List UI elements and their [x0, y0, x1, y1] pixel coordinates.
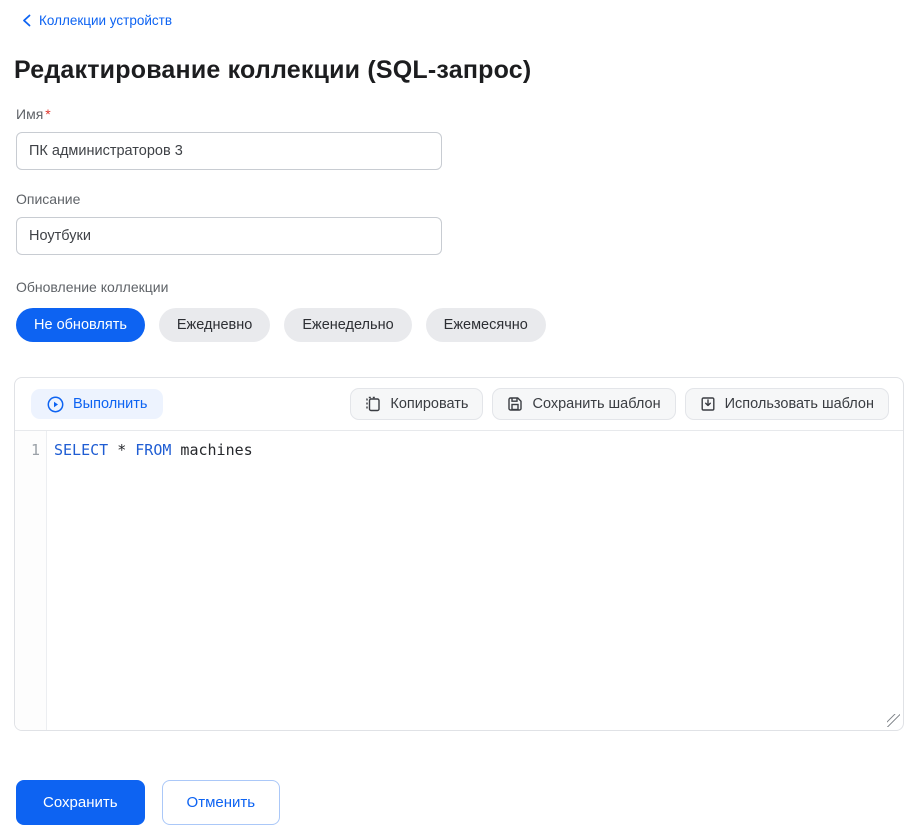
description-input[interactable] [16, 217, 442, 255]
refresh-section-label: Обновление коллекции [16, 279, 919, 295]
back-to-collections-link[interactable]: Коллекции устройств [22, 13, 172, 28]
toolbar-right-group: Копировать Сохранить шаблон [350, 388, 889, 420]
run-query-label: Выполнить [73, 396, 147, 412]
refresh-option-monthly[interactable]: Ежемесячно [426, 308, 546, 342]
use-template-label: Использовать шаблон [725, 396, 874, 412]
sql-editor-toolbar: Выполнить Копировать [15, 378, 903, 431]
back-link-label: Коллекции устройств [39, 13, 172, 28]
sql-code-editor[interactable]: 1 SELECT * FROM machines [15, 431, 903, 730]
sql-table-name: machines [171, 441, 252, 459]
name-field-group: Имя* [16, 106, 919, 170]
chevron-left-icon [22, 14, 31, 27]
save-template-button[interactable]: Сохранить шаблон [492, 388, 675, 420]
run-query-button[interactable]: Выполнить [31, 389, 163, 419]
copy-icon [365, 396, 381, 412]
line-number-gutter: 1 [15, 431, 47, 730]
refresh-option-never[interactable]: Не обновлять [16, 308, 145, 342]
sql-asterisk: * [108, 441, 135, 459]
code-line[interactable]: SELECT * FROM machines [47, 431, 903, 730]
name-input[interactable] [16, 132, 442, 170]
editor-resize-handle[interactable] [887, 714, 900, 727]
description-label: Описание [16, 191, 919, 207]
import-template-icon [700, 396, 716, 412]
line-number: 1 [31, 441, 40, 459]
use-template-button[interactable]: Использовать шаблон [685, 388, 889, 420]
copy-query-label: Копировать [390, 396, 468, 412]
sql-editor-panel: Выполнить Копировать [14, 377, 904, 731]
name-label: Имя* [16, 106, 919, 122]
description-field-group: Описание [16, 191, 919, 255]
refresh-options-segmented-control: Не обновлять Ежедневно Еженедельно Ежеме… [16, 308, 919, 342]
sql-keyword-select: SELECT [54, 441, 108, 459]
page-title: Редактирование коллекции (SQL-запрос) [14, 56, 919, 85]
save-button[interactable]: Сохранить [16, 780, 145, 825]
required-asterisk: * [45, 106, 50, 122]
copy-query-button[interactable]: Копировать [350, 388, 483, 420]
sql-keyword-from: FROM [135, 441, 171, 459]
save-template-label: Сохранить шаблон [532, 396, 660, 412]
cancel-button[interactable]: Отменить [162, 780, 281, 825]
play-circle-icon [47, 396, 64, 413]
refresh-option-weekly[interactable]: Еженедельно [284, 308, 411, 342]
form-actions: Сохранить Отменить [16, 780, 919, 825]
refresh-option-daily[interactable]: Ежедневно [159, 308, 270, 342]
save-floppy-icon [507, 396, 523, 412]
